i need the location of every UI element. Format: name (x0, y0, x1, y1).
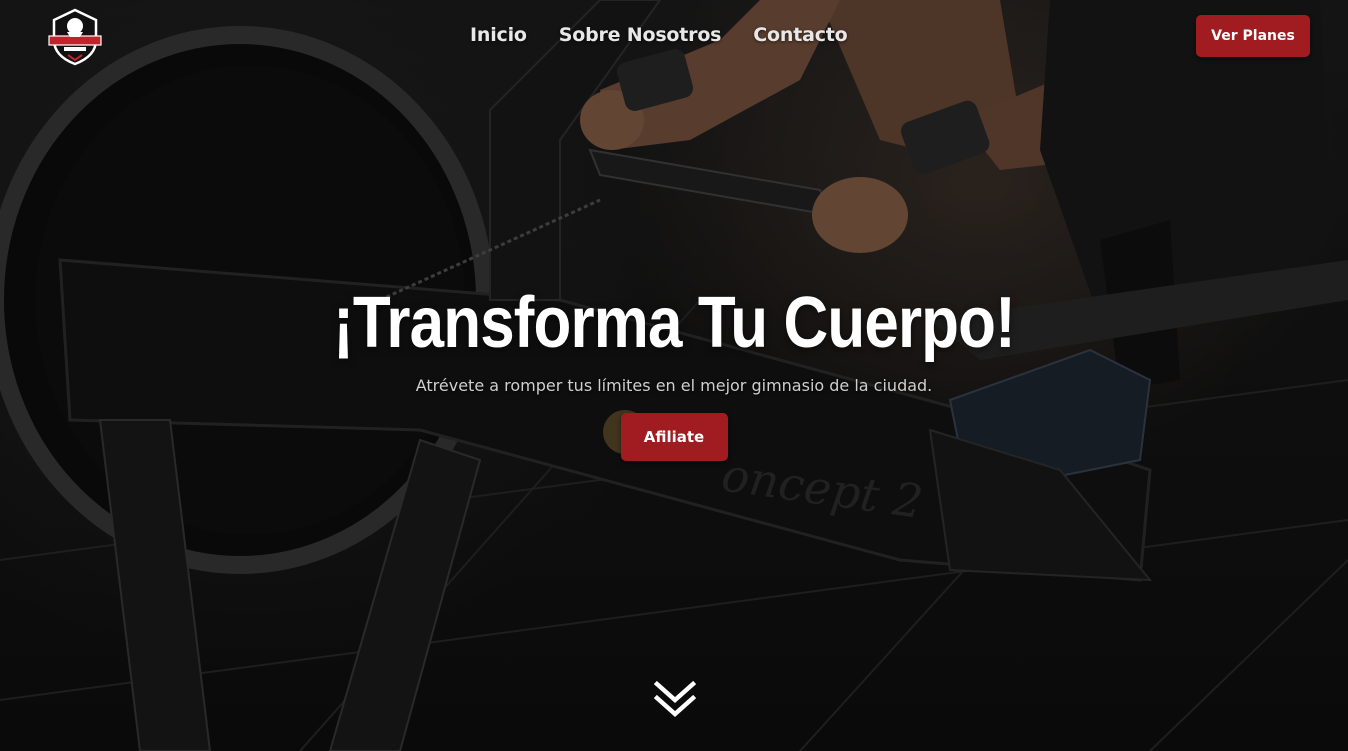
gym-logo-icon[interactable] (44, 6, 106, 68)
nav-link-sobre-nosotros[interactable]: Sobre Nosotros (559, 24, 722, 46)
hero-subtitle: Atrévete a romper tus límites en el mejo… (415, 376, 933, 395)
view-plans-button[interactable]: Ver Planes (1196, 15, 1310, 57)
nav-link-contacto[interactable]: Contacto (753, 24, 847, 46)
nav-link-inicio[interactable]: Inicio (470, 24, 527, 46)
join-button[interactable]: Afiliate (620, 413, 728, 461)
double-chevron-down-icon[interactable] (653, 678, 697, 718)
hero-title: ¡Transforma Tu Cuerpo! (333, 283, 1016, 363)
main-nav: Inicio Sobre Nosotros Contacto (470, 24, 848, 46)
site-header: Inicio Sobre Nosotros Contacto Ver Plane… (0, 0, 1348, 72)
hero-section: ¡Transforma Tu Cuerpo! Atrévete a romper… (0, 280, 1348, 461)
